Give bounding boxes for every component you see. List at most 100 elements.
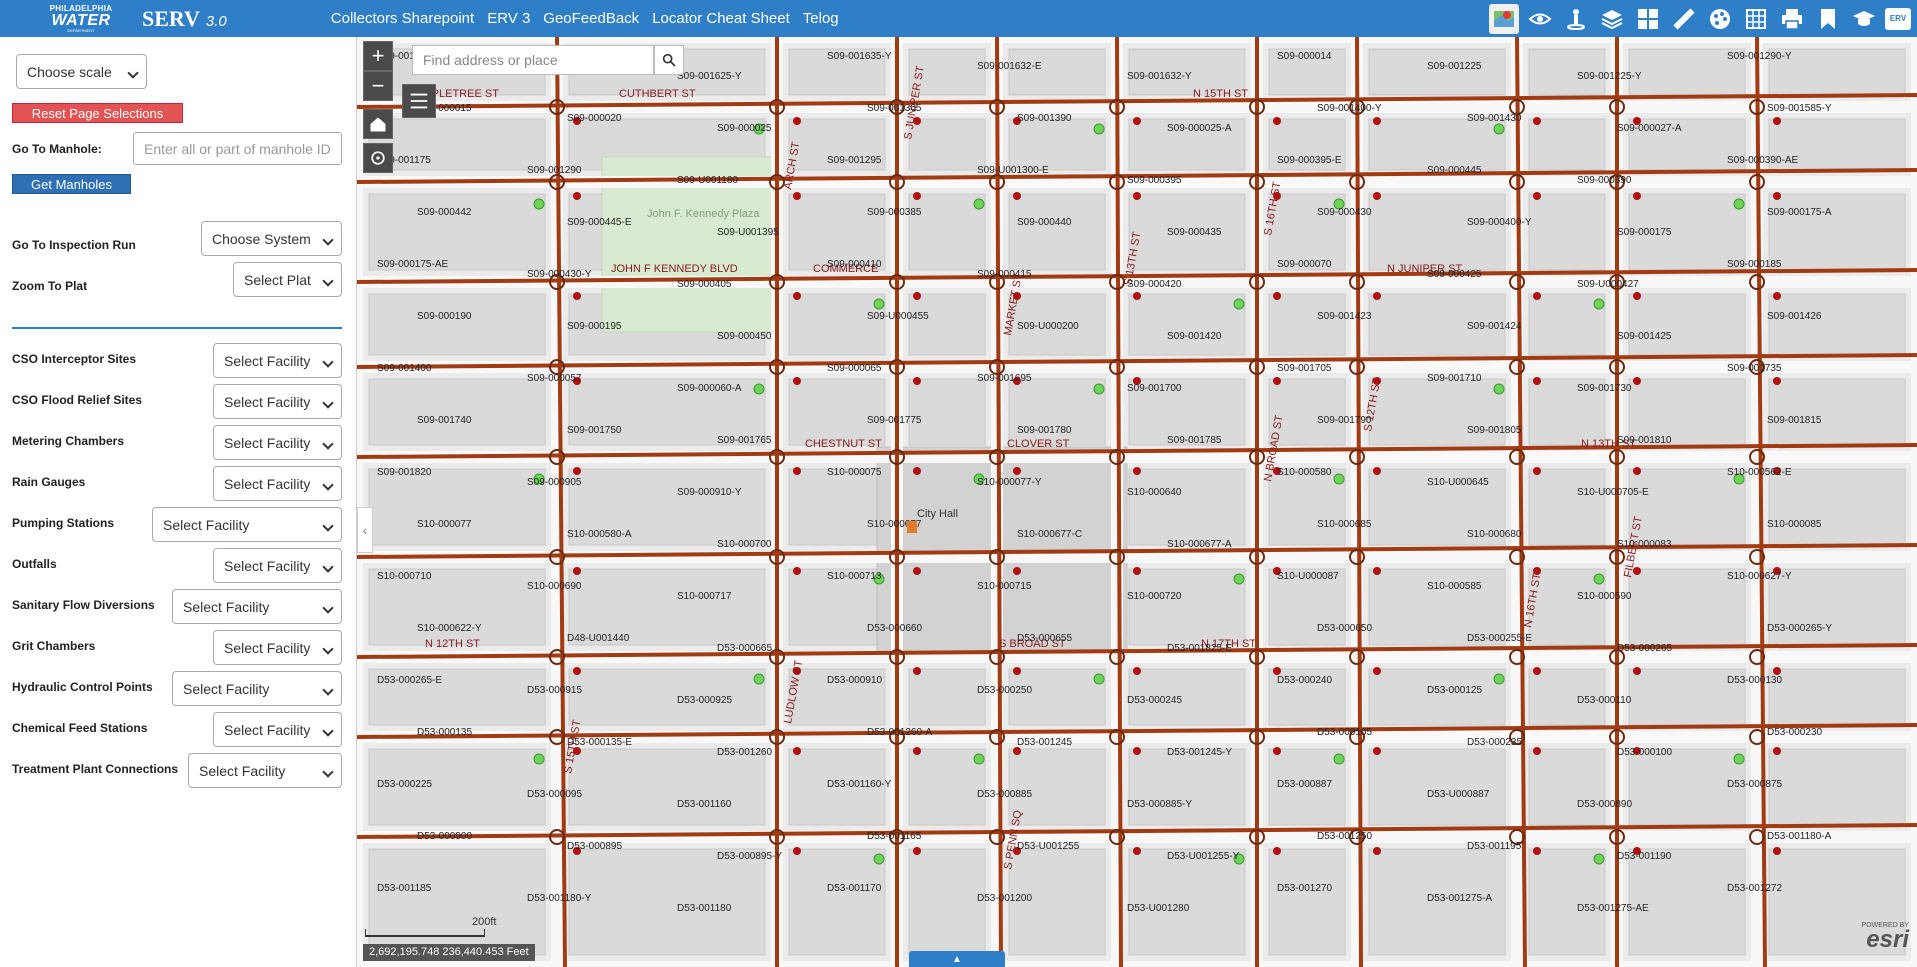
manhole-id-label: S09-001420: [1167, 331, 1222, 342]
inlet-symbol: [793, 117, 801, 125]
facility-label-rain-gauges: Rain Gauges: [12, 475, 86, 489]
plat-select[interactable]: Select Plat: [233, 262, 342, 297]
facility-select-cso-flood-relief[interactable]: Select Facility: [213, 384, 342, 419]
inlet-symbol: [1633, 467, 1641, 475]
manhole-id-label: D53-001160: [677, 799, 732, 810]
green-point-symbol: [1233, 573, 1245, 585]
zoom-out-button[interactable]: −: [363, 71, 393, 101]
city-block: [908, 748, 986, 826]
manhole-id-label: S09-001700: [1127, 383, 1182, 394]
manhole-id-label: S09-000020: [567, 113, 622, 124]
manhole-id-label: S09-000445: [1427, 165, 1482, 176]
zoom-in-button[interactable]: +: [363, 41, 393, 71]
manhole-id-label: S09-000400-Y: [1467, 217, 1532, 228]
facility-select-metering-chambers[interactable]: Select Facility: [213, 425, 342, 460]
manhole-id-label: D53-000230: [1767, 727, 1822, 738]
facility-label-cso-flood-relief: CSO Flood Relief Sites: [12, 393, 143, 407]
manhole-id-label: S09-000025-A: [1167, 123, 1232, 134]
locate-button[interactable]: [363, 143, 393, 173]
green-point-symbol: [973, 753, 985, 765]
city-block: [1368, 668, 1506, 726]
facility-select-rain-gauges[interactable]: Select Facility: [213, 466, 342, 501]
manhole-id-label: S10-000077: [417, 519, 472, 530]
nav-link-geofeedback[interactable]: GeoFeedBack: [543, 10, 639, 27]
city-block: [368, 378, 546, 446]
manhole-id-label: S10-000590: [1577, 591, 1632, 602]
map-marker-icon[interactable]: [1489, 3, 1519, 34]
street-label: CHESTNUT ST: [805, 438, 882, 450]
manhole-id-label: S09-001815: [1767, 415, 1822, 426]
inspection-system-select[interactable]: Choose System: [201, 221, 342, 256]
city-block: [568, 848, 766, 956]
facility-select-sanitary-flow-diversions[interactable]: Select Facility: [172, 589, 342, 624]
erv-badge[interactable]: ERV: [1885, 7, 1911, 30]
inlet-symbol: [1773, 667, 1781, 675]
search-icon: [662, 53, 676, 67]
get-manholes-button[interactable]: Get Manholes: [12, 174, 131, 194]
green-point-symbol: [753, 673, 765, 685]
city-block: [1768, 748, 1906, 826]
survey-icon[interactable]: [1561, 4, 1591, 34]
reset-page-selections-button[interactable]: Reset Page Selections: [12, 103, 183, 123]
inlet-symbol: [793, 847, 801, 855]
address-search-input[interactable]: Find address or place: [412, 45, 654, 75]
nav-link-locator-cheat-sheet[interactable]: Locator Cheat Sheet: [652, 10, 790, 27]
palette-icon[interactable]: [1705, 4, 1735, 34]
eye-icon[interactable]: [1525, 4, 1555, 34]
inlet-symbol: [1013, 747, 1021, 755]
layers-icon[interactable]: [1597, 4, 1627, 34]
manhole-id-label: D53-000890: [1577, 799, 1632, 810]
green-point-symbol: [1593, 573, 1605, 585]
facility-select-pumping-stations[interactable]: Select Facility: [152, 507, 342, 542]
manhole-id-label: S09-000185: [1727, 259, 1782, 270]
manhole-id-label: S09-001225-Y: [1577, 71, 1642, 82]
manhole-id-label: S10-000700: [717, 539, 772, 550]
nav-link-collectors-sharepoint[interactable]: Collectors Sharepoint: [331, 10, 474, 27]
inlet-symbol: [1533, 667, 1541, 675]
map-view[interactable]: APPLETREE ST ARCH ST JOHN F KENNEDY BLVD MA…: [357, 37, 1917, 967]
city-block: [1128, 748, 1246, 826]
manhole-id-label: S09-001810: [1617, 435, 1672, 446]
scale-select[interactable]: Choose scale: [16, 54, 147, 89]
layer-list-button[interactable]: [402, 84, 436, 118]
nav-link-erv3[interactable]: ERV 3: [487, 10, 530, 27]
city-block: [908, 293, 986, 356]
facility-select-grit-chambers[interactable]: Select Facility: [213, 630, 342, 665]
measure-icon[interactable]: [1669, 4, 1699, 34]
manhole-id-label: D53-000235: [1467, 737, 1522, 748]
manhole-id-label: D53-001190: [1617, 851, 1672, 862]
training-icon[interactable]: [1849, 4, 1879, 34]
facility-select-hydraulic-control-points[interactable]: Select Facility: [172, 671, 342, 706]
facility-select-treatment-plant-connections[interactable]: Select Facility: [188, 753, 342, 788]
bookmark-icon[interactable]: [1813, 4, 1843, 34]
city-block: [1768, 668, 1906, 726]
sewer-map-canvas[interactable]: APPLETREE STARCH STJOHN F KENNEDY BLVDMA…: [357, 37, 1917, 967]
basemap-gallery-icon[interactable]: [1633, 4, 1663, 34]
nav-link-telog[interactable]: Telog: [803, 10, 839, 27]
search-button[interactable]: [654, 45, 684, 75]
manhole-id-label: S09-001730: [1577, 383, 1632, 394]
top-bar: PHILADELPHIA WATER DEPARTMENT SERV 3.0 C…: [0, 0, 1917, 37]
manhole-id-label: S10-000580: [1277, 467, 1332, 478]
manhole-id-label: S10-U000705-E: [1577, 487, 1649, 498]
city-block: [1528, 748, 1606, 826]
manhole-id-label: S09-000175-A: [1767, 207, 1832, 218]
inlet-symbol: [913, 747, 921, 755]
manhole-id-label: S10-000585: [1427, 581, 1482, 592]
manhole-id-label: S09-000442: [417, 207, 472, 218]
collapse-sidebar-button[interactable]: ‹: [357, 507, 373, 553]
expand-panel-tab[interactable]: ▲: [909, 951, 1005, 967]
print-icon[interactable]: [1777, 4, 1807, 34]
manhole-id-label: S09-001400-Y: [1317, 103, 1382, 114]
manhole-id-input[interactable]: Enter all or part of manhole ID: [133, 132, 342, 165]
home-button[interactable]: [363, 109, 393, 139]
manhole-id-label: S09-000070: [1277, 259, 1332, 270]
map-sheet-icon[interactable]: [1741, 4, 1771, 34]
manhole-id-label: D53-000130: [1727, 675, 1782, 686]
city-block: [788, 848, 886, 956]
facility-select-outfalls[interactable]: Select Facility: [213, 548, 342, 583]
facility-select-cso-interceptor[interactable]: Select Facility: [213, 343, 342, 378]
inlet-symbol: [1273, 292, 1281, 300]
manhole-id-label: D53-001165: [867, 831, 922, 842]
facility-select-chemical-feed-stations[interactable]: Select Facility: [213, 712, 342, 747]
